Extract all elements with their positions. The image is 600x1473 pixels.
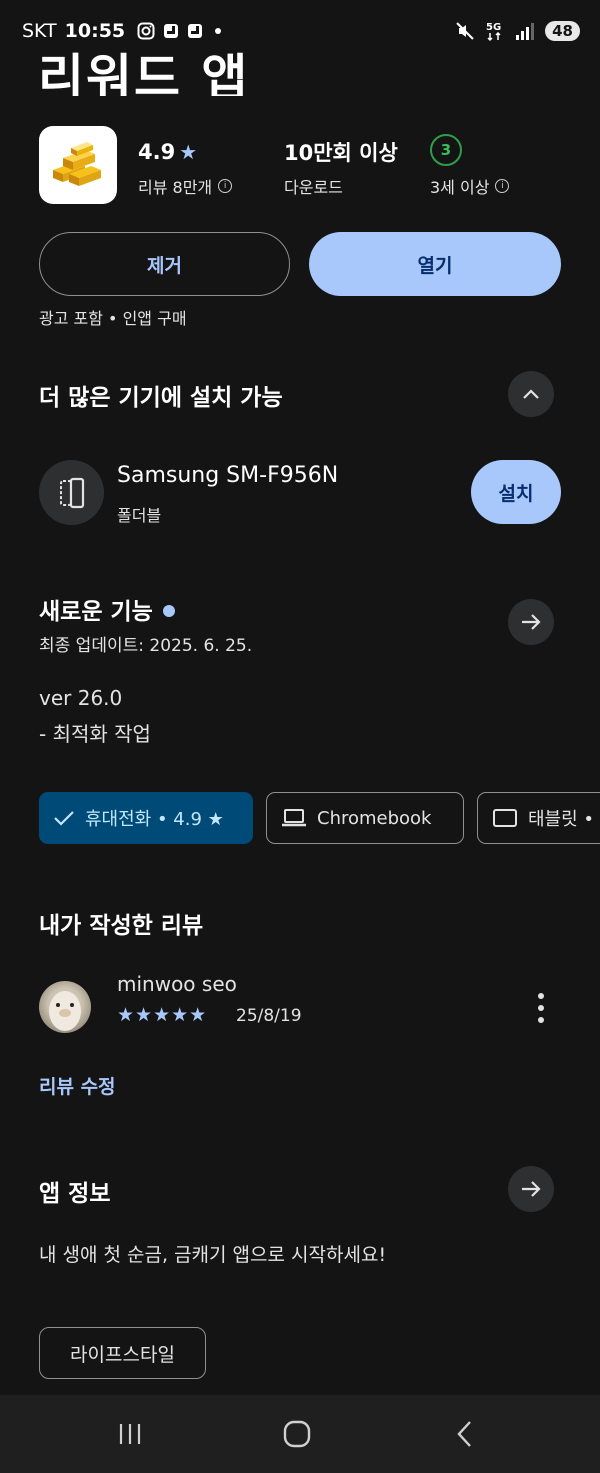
tablet-icon bbox=[493, 809, 517, 827]
category-chip[interactable]: 라이프스타일 bbox=[39, 1327, 206, 1379]
battery-indicator: 48 bbox=[545, 21, 580, 41]
arrow-right-icon bbox=[522, 614, 541, 630]
star-icon: ★ bbox=[179, 140, 198, 164]
app-description: 내 생애 첫 순금, 금캐기 앱으로 시작하세요! bbox=[39, 1244, 387, 1266]
device-chip-chromebook[interactable]: Chromebook bbox=[266, 792, 464, 844]
device-name: Samsung SM-F956N bbox=[117, 463, 339, 488]
age-rating-label: 3세 이상 bbox=[430, 178, 490, 197]
laptop-icon bbox=[282, 809, 306, 827]
mute-icon bbox=[456, 22, 474, 40]
reviews-count-label: 리뷰 8만개 bbox=[138, 178, 213, 197]
whats-new-title-text: 새로운 기능 bbox=[39, 599, 153, 625]
changelog-text: - 최적화 작업 bbox=[39, 722, 151, 746]
rating-value: 4.9 bbox=[138, 140, 176, 164]
app-info-arrow-button[interactable] bbox=[508, 1166, 554, 1212]
open-button[interactable]: 열기 bbox=[309, 232, 561, 296]
info-icon: i bbox=[218, 179, 233, 193]
age-rating-badge: 3 bbox=[430, 134, 462, 166]
version-text: ver 26.0 bbox=[39, 686, 123, 710]
duck-avatar-image bbox=[49, 991, 81, 1031]
gold-bars-icon bbox=[53, 142, 101, 186]
new-dot-icon bbox=[162, 604, 175, 617]
svg-text:5G: 5G bbox=[486, 22, 501, 33]
recent-apps-icon bbox=[119, 1424, 141, 1444]
chip-label: Chromebook bbox=[317, 807, 432, 829]
chevron-up-icon bbox=[523, 389, 539, 399]
uninstall-button[interactable]: 제거 bbox=[39, 232, 290, 296]
whats-new-title[interactable]: 새로운 기능 bbox=[39, 592, 175, 626]
recent-apps-button[interactable] bbox=[110, 1419, 150, 1449]
home-icon bbox=[283, 1420, 311, 1448]
app-title: 리워드 앱 bbox=[38, 49, 250, 96]
age-rating-stat[interactable]: 3 3세 이상 i bbox=[430, 134, 510, 198]
my-review-title: 내가 작성한 리뷰 bbox=[39, 913, 204, 939]
review-date: 25/8/19 bbox=[236, 1006, 302, 1026]
chip-label: 휴대전화 • 4.9 ★ bbox=[85, 809, 224, 830]
more-options-icon[interactable] bbox=[530, 990, 552, 1026]
ads-iap-note: 광고 포함 • 인앱 구매 bbox=[39, 309, 187, 328]
device-icon-container bbox=[39, 460, 104, 525]
chip-label: 태블릿 • bbox=[528, 809, 595, 830]
more-notifications-dot-icon bbox=[215, 28, 222, 34]
reviewer-name: minwoo seo bbox=[117, 972, 237, 996]
app-info-title: 앱 정보 bbox=[39, 1181, 111, 1207]
foldable-phone-icon bbox=[59, 477, 84, 508]
app-notification-icon-2 bbox=[188, 24, 203, 38]
check-icon bbox=[54, 811, 74, 826]
more-devices-title: 더 많은 기기에 설치 가능 bbox=[39, 385, 283, 411]
home-button[interactable] bbox=[277, 1419, 317, 1449]
star-rating: ★★★★★ bbox=[117, 1004, 208, 1026]
back-icon bbox=[457, 1421, 471, 1447]
device-type: 폴더블 bbox=[117, 506, 162, 525]
device-chip-phone[interactable]: 휴대전화 • 4.9 ★ bbox=[39, 792, 253, 844]
5g-signal-icon: 5G bbox=[486, 22, 501, 42]
whats-new-arrow-button[interactable] bbox=[508, 599, 554, 645]
downloads-label: 다운로드 bbox=[284, 178, 343, 197]
rating-stat[interactable]: 4.9 ★ 리뷰 8만개 i bbox=[138, 138, 233, 198]
signal-strength-icon bbox=[516, 23, 535, 40]
app-icon bbox=[39, 126, 117, 204]
back-button[interactable] bbox=[445, 1419, 485, 1449]
system-nav-bar bbox=[0, 1395, 600, 1473]
last-updated: 최종 업데이트: 2025. 6. 25. bbox=[39, 636, 253, 656]
collapse-button[interactable] bbox=[508, 371, 554, 417]
downloads-stat: 10만회 이상 다운로드 bbox=[284, 138, 398, 198]
edit-review-link[interactable]: 리뷰 수정 bbox=[39, 1072, 116, 1099]
device-chip-tablet[interactable]: 태블릿 • bbox=[477, 792, 600, 844]
downloads-value: 10만회 이상 bbox=[284, 141, 398, 165]
info-icon: i bbox=[495, 179, 510, 193]
arrow-right-icon bbox=[522, 1181, 541, 1197]
install-button[interactable]: 설치 bbox=[471, 460, 561, 524]
avatar bbox=[39, 981, 91, 1033]
status-bar-right: 5G 48 bbox=[455, 20, 580, 42]
app-notification-icon bbox=[164, 24, 179, 38]
